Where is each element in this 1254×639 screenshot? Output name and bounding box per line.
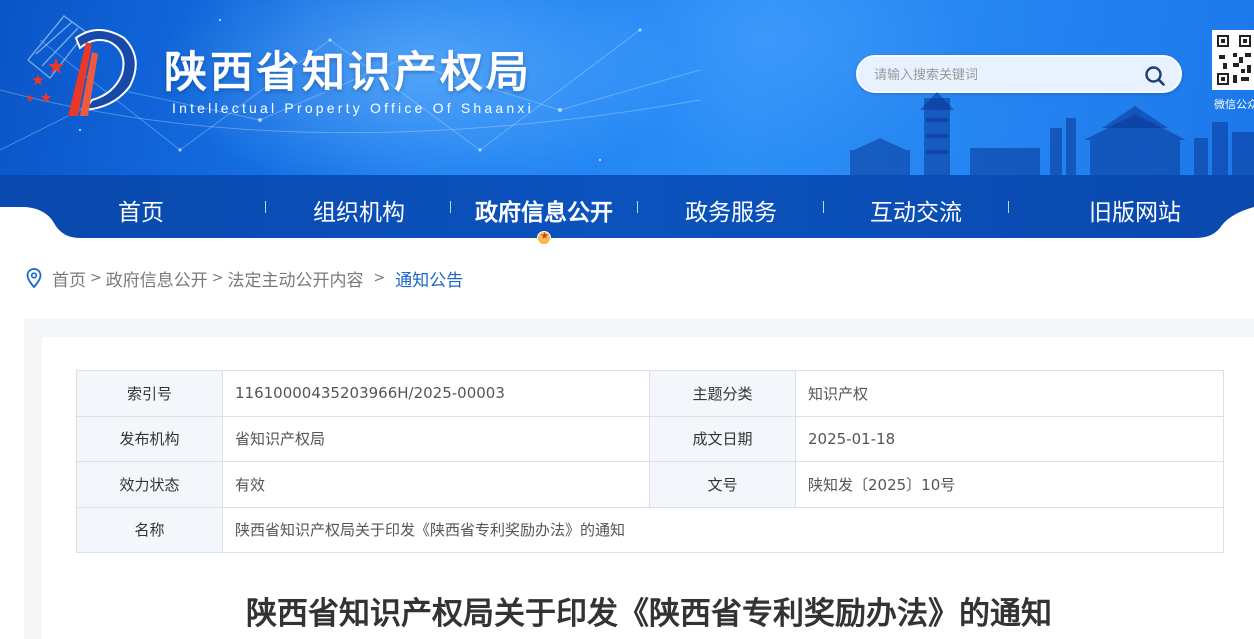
nav-separator <box>823 201 824 213</box>
meta-value-name: 陕西省知识产权局关于印发《陕西省专利奖励办法》的通知 <box>222 506 1224 553</box>
nav-old-site[interactable]: 旧版网站 <box>1080 193 1190 226</box>
meta-key-topic: 主题分类 <box>649 370 796 417</box>
meta-key-date: 成文日期 <box>649 415 796 462</box>
meta-key-publisher: 发布机构 <box>76 415 223 462</box>
nav-separator <box>265 201 266 213</box>
nav-separator <box>1008 201 1009 213</box>
city-skyline-graphic <box>850 92 1254 178</box>
meta-value-date: 2025-01-18 <box>795 415 1224 462</box>
active-star-icon: ★ <box>537 231 551 245</box>
nav-separator <box>450 201 451 213</box>
breadcrumb-statutory-content[interactable]: 法定主动公开内容 <box>227 266 363 291</box>
site-banner: 陕西省知识产权局 Intellectual Property Office Of… <box>0 0 1254 178</box>
qr-label: 微信公众 <box>1214 98 1254 111</box>
breadcrumb-separator: > <box>211 270 224 286</box>
breadcrumb-separator: > <box>373 270 386 286</box>
location-pin-icon <box>26 268 42 288</box>
site-title[interactable]: 陕西省知识产权局 <box>164 38 532 100</box>
breadcrumb-home[interactable]: 首页 <box>52 266 86 291</box>
meta-value-doc-no: 陕知发〔2025〕10号 <box>795 461 1224 508</box>
nav-home[interactable]: 首页 <box>100 193 182 226</box>
meta-value-topic: 知识产权 <box>795 370 1224 417</box>
breadcrumb-gov-info[interactable]: 政府信息公开 <box>106 266 208 291</box>
document-title: 陕西省知识产权局关于印发《陕西省专利奖励办法》的通知 <box>246 596 1052 632</box>
nav-organization[interactable]: 组织机构 <box>304 193 414 226</box>
breadcrumb-separator: > <box>90 270 102 286</box>
meta-key-name: 名称 <box>76 506 223 553</box>
meta-value-status: 有效 <box>222 461 650 508</box>
nav-gov-info-disclosure[interactable]: 政府信息公开 <box>466 193 622 226</box>
search-input[interactable] <box>874 64 1134 86</box>
meta-value-publisher: 省知识产权局 <box>222 415 650 462</box>
document-meta-table: 索引号 11610000435203966H/2025-00003 主题分类 知… <box>76 370 1224 553</box>
nav-separator <box>637 201 638 213</box>
table-row: 发布机构 省知识产权局 成文日期 2025-01-18 <box>76 415 1224 462</box>
search-icon[interactable] <box>1144 65 1166 87</box>
meta-value-index-no: 11610000435203966H/2025-00003 <box>222 370 650 417</box>
meta-key-doc-no: 文号 <box>649 461 796 508</box>
table-row: 名称 陕西省知识产权局关于印发《陕西省专利奖励办法》的通知 <box>76 506 1224 553</box>
meta-key-status: 效力状态 <box>76 461 223 508</box>
logo-icon[interactable] <box>18 8 146 120</box>
table-row: 效力状态 有效 文号 陕知发〔2025〕10号 <box>76 461 1224 508</box>
nav-background <box>0 175 1254 238</box>
main-nav <box>0 175 1254 238</box>
site-subtitle: Intellectual Property Office Of Shaanxi <box>172 100 534 116</box>
breadcrumb: 首页 > 政府信息公开 > 法定主动公开内容 > 通知公告 <box>26 266 463 291</box>
nav-gov-services[interactable]: 政务服务 <box>676 193 786 226</box>
meta-key-index-no: 索引号 <box>76 370 223 417</box>
wechat-qr-code[interactable]: 微信公众 <box>1212 30 1254 111</box>
nav-interaction[interactable]: 互动交流 <box>860 193 972 226</box>
table-row: 索引号 11610000435203966H/2025-00003 主题分类 知… <box>76 370 1224 417</box>
qr-code-icon <box>1212 30 1254 90</box>
breadcrumb-notices[interactable]: 通知公告 <box>395 266 463 291</box>
